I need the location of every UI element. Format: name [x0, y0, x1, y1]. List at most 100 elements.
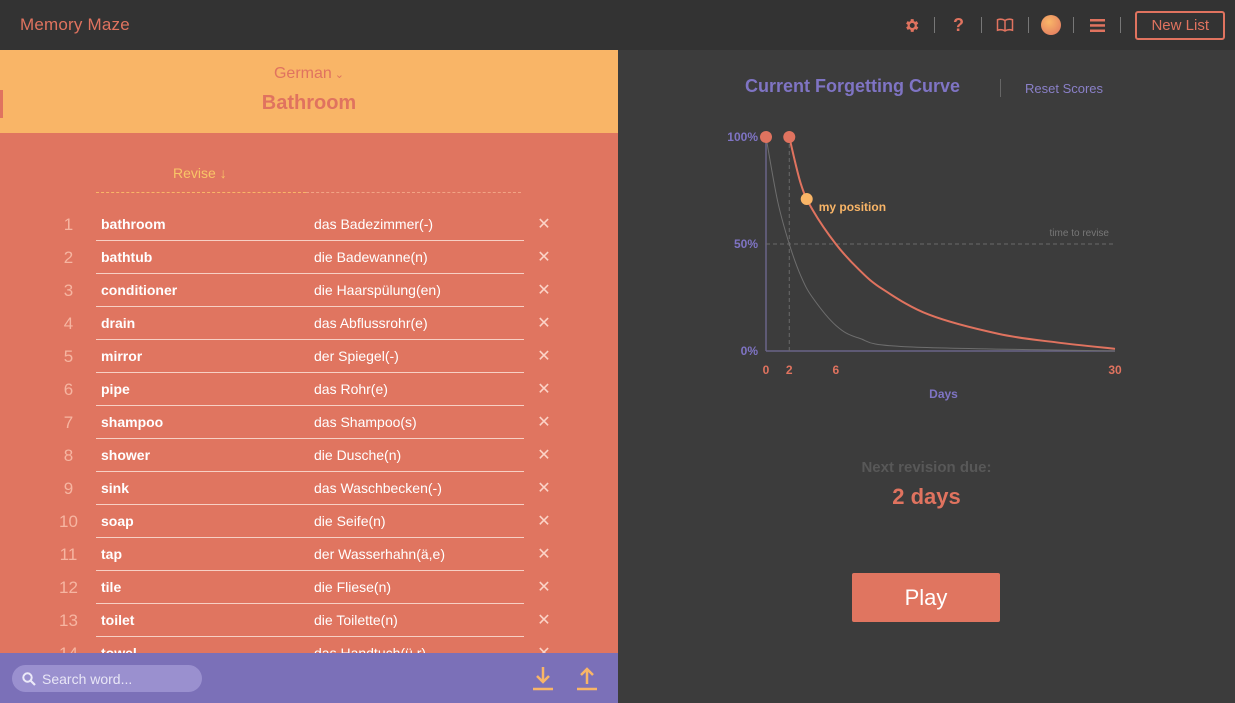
x-axis-label: Days — [929, 387, 958, 401]
row-number: 2 — [63, 248, 74, 267]
word-cell[interactable]: conditioner — [96, 274, 306, 307]
help-icon[interactable]: ? — [947, 14, 969, 36]
word-cell[interactable]: soap — [96, 505, 306, 538]
word-list-panel: German ⌄ Bathroom Revise ↓ 1 bathroom das B… — [0, 50, 618, 703]
topbar-icons: ? New List — [900, 10, 1225, 40]
sort-label: Revise — [173, 165, 216, 181]
translation-cell[interactable]: die Dusche(n) — [306, 439, 524, 472]
table-row: 8 shower die Dusche(n) ✕ — [0, 439, 618, 472]
word-cell[interactable]: drain — [96, 307, 306, 340]
delete-icon[interactable]: ✕ — [535, 577, 553, 596]
translation-cell[interactable]: das Waschbecken(-) — [306, 472, 524, 505]
y-tick-label: 50% — [734, 237, 758, 251]
translation-cell[interactable]: das Abflussrohr(e) — [306, 307, 524, 340]
language-label: German — [273, 65, 332, 82]
translation-cell[interactable]: die Fliese(n) — [306, 571, 524, 604]
row-number: 5 — [63, 347, 74, 366]
stats-panel: Current Forgetting Curve Reset Scores ti… — [618, 50, 1235, 703]
curve-point — [783, 131, 796, 143]
gear-icon[interactable] — [900, 14, 922, 36]
play-button[interactable]: Play — [852, 573, 1000, 622]
row-number: 7 — [63, 413, 74, 432]
upload-button[interactable] — [575, 665, 599, 691]
divider — [1028, 17, 1030, 33]
bottom-bar — [0, 653, 618, 703]
delete-icon[interactable]: ✕ — [535, 610, 553, 629]
sort-revise-button[interactable]: Revise ↓ — [173, 165, 227, 181]
table-row: 7 shampoo das Shampoo(s) ✕ — [0, 406, 618, 439]
translation-cell[interactable]: das Badezimmer(-) — [306, 208, 524, 241]
menu-icon[interactable] — [1086, 14, 1108, 36]
word-cell[interactable]: bathroom — [96, 208, 306, 241]
delete-icon[interactable]: ✕ — [535, 313, 553, 332]
word-cell[interactable]: shower — [96, 439, 306, 472]
word-cell[interactable]: tap — [96, 538, 306, 571]
table-row: 6 pipe das Rohr(e) ✕ — [0, 373, 618, 406]
delete-icon[interactable]: ✕ — [535, 346, 553, 365]
delete-icon[interactable]: ✕ — [535, 280, 553, 299]
delete-icon[interactable]: ✕ — [535, 445, 553, 464]
x-tick-label: 6 — [832, 363, 839, 377]
divider — [1073, 17, 1075, 33]
delete-icon[interactable]: ✕ — [535, 379, 553, 398]
y-tick-label: 0% — [741, 344, 759, 358]
table-row: 11 tap der Wasserhahn(ä,e) ✕ — [0, 538, 618, 571]
search-icon — [22, 671, 36, 686]
delete-icon[interactable]: ✕ — [535, 412, 553, 431]
curve-point — [800, 193, 813, 206]
delete-icon[interactable]: ✕ — [535, 478, 553, 497]
word-cell[interactable]: pipe — [96, 373, 306, 406]
row-number: 4 — [63, 314, 74, 333]
table-row: 10 soap die Seife(n) ✕ — [0, 505, 618, 538]
download-button[interactable] — [531, 665, 555, 691]
arrow-down-icon: ↓ — [219, 165, 227, 181]
upload-icon — [577, 667, 597, 691]
word-cell[interactable]: toilet — [96, 604, 306, 637]
delete-icon[interactable]: ✕ — [535, 247, 553, 266]
download-icon — [533, 667, 553, 691]
translation-cell[interactable]: die Badewanne(n) — [306, 241, 524, 274]
search-box[interactable] — [12, 665, 202, 692]
language-select[interactable]: German ⌄ — [0, 65, 618, 83]
x-tick-label: 0 — [763, 363, 770, 377]
next-revision-value: 2 days — [892, 484, 961, 509]
book-icon[interactable] — [994, 14, 1016, 36]
delete-icon[interactable]: ✕ — [535, 544, 553, 563]
divider — [934, 17, 936, 33]
translation-cell[interactable]: die Toilette(n) — [306, 604, 524, 637]
delete-icon[interactable]: ✕ — [535, 511, 553, 530]
curve-series-line — [788, 136, 1116, 350]
word-cell[interactable]: bathtub — [96, 241, 306, 274]
list-title: Bathroom — [261, 92, 357, 114]
table-row: 1 bathroom das Badezimmer(-) ✕ — [0, 208, 618, 241]
app-title[interactable]: Memory Maze — [20, 15, 130, 35]
table-row: 9 sink das Waschbecken(-) ✕ — [0, 472, 618, 505]
delete-icon[interactable]: ✕ — [535, 214, 553, 233]
word-cell[interactable]: sink — [96, 472, 306, 505]
divider — [1120, 17, 1122, 33]
table-row: 5 mirror der Spiegel(-) ✕ — [0, 340, 618, 373]
avatar[interactable] — [1041, 15, 1062, 35]
row-number: 12 — [59, 578, 78, 597]
search-input[interactable] — [42, 670, 192, 687]
translation-cell[interactable]: die Haarspülung(en) — [306, 274, 524, 307]
translation-cell[interactable]: das Shampoo(s) — [306, 406, 524, 439]
header-divider — [306, 192, 521, 193]
new-list-button[interactable]: New List — [1135, 10, 1225, 40]
row-number: 3 — [63, 281, 74, 300]
translation-cell[interactable]: der Wasserhahn(ä,e) — [306, 538, 524, 571]
translation-cell[interactable]: der Spiegel(-) — [306, 340, 524, 373]
word-cell[interactable]: shampoo — [96, 406, 306, 439]
row-number: 6 — [63, 380, 74, 399]
x-tick-label: 2 — [786, 363, 793, 377]
word-cell[interactable]: tile — [96, 571, 306, 604]
translation-cell[interactable]: die Seife(n) — [306, 505, 524, 538]
row-number: 9 — [63, 479, 74, 498]
row-number: 8 — [63, 446, 74, 465]
translation-cell[interactable]: das Rohr(e) — [306, 373, 524, 406]
word-cell[interactable]: mirror — [96, 340, 306, 373]
chevron-down-icon: ⌄ — [334, 69, 344, 81]
table-row: 2 bathtub die Badewanne(n) ✕ — [0, 241, 618, 274]
row-number: 1 — [63, 215, 74, 234]
row-number: 11 — [59, 545, 78, 564]
